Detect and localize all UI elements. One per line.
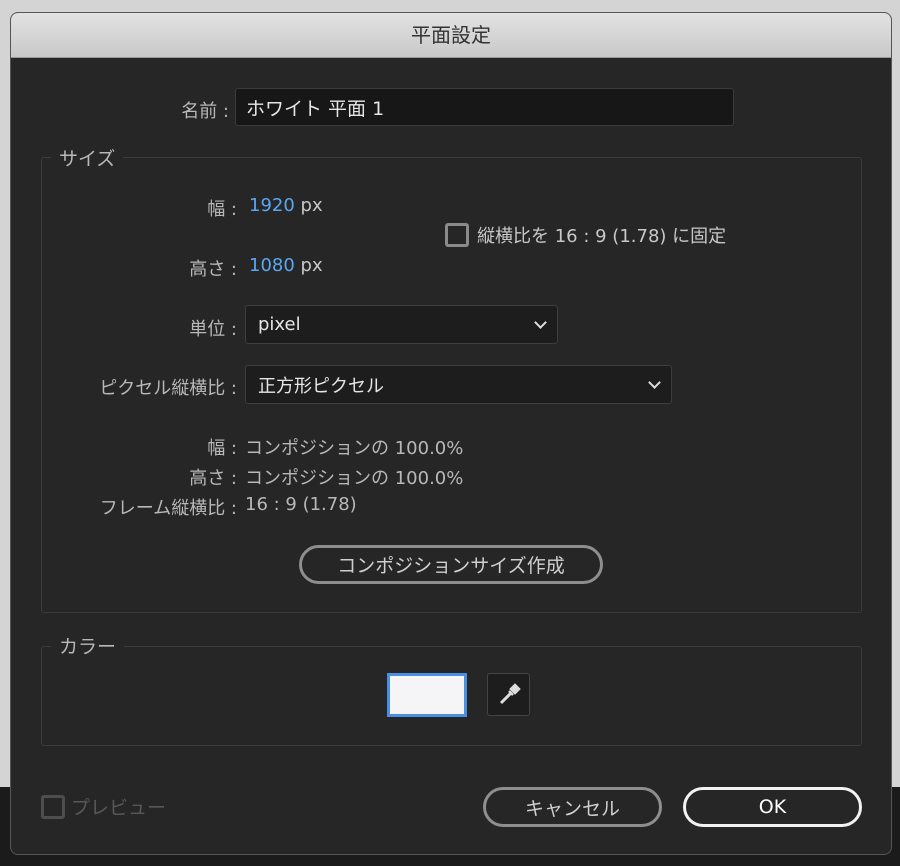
color-group-title: カラー <box>51 632 125 659</box>
color-swatch[interactable] <box>387 673 467 717</box>
height-label: 高さ : <box>189 259 237 280</box>
name-label: 名前 : <box>181 101 229 122</box>
cancel-button[interactable]: キャンセル <box>483 787 662 827</box>
info-width-label: 幅 : <box>207 438 237 459</box>
preview-label: プレビュー <box>71 797 167 819</box>
height-unit: px <box>300 255 323 276</box>
solid-settings-dialog: 平面設定 名前 : ホワイト 平面 1 サイズ 幅 : 1920 px 高さ :… <box>10 12 892 855</box>
unit-label: 単位 : <box>189 319 237 340</box>
pixel-aspect-value: 正方形ピクセル <box>258 375 384 397</box>
height-value[interactable]: 1080 <box>249 255 295 276</box>
unit-value: pixel <box>258 314 301 335</box>
info-height-label: 高さ : <box>189 468 237 489</box>
lock-aspect-checkbox[interactable]: 縦横比を 16 : 9 (1.78) に固定 <box>445 222 726 248</box>
pixel-aspect-label: ピクセル縦横比 : <box>99 378 237 399</box>
height-value-group: 1080 px <box>249 255 323 276</box>
eyedropper-icon <box>499 682 521 704</box>
chevron-down-icon <box>648 375 661 389</box>
eyedropper-button[interactable] <box>487 673 530 716</box>
frame-aspect-label: フレーム縦横比 : <box>99 498 237 519</box>
info-height-value: コンポジションの 100.0% <box>245 468 464 489</box>
frame-aspect-value: 16 : 9 (1.78) <box>245 494 357 515</box>
make-comp-size-button[interactable]: コンポジションサイズ作成 <box>299 545 603 584</box>
chevron-down-icon <box>534 315 547 329</box>
width-unit: px <box>300 195 323 216</box>
ok-button[interactable]: OK <box>683 787 862 827</box>
unit-select[interactable]: pixel <box>245 305 558 344</box>
checkbox-icon <box>445 223 469 247</box>
dialog-title: 平面設定 <box>11 13 891 58</box>
checkbox-icon <box>41 794 65 819</box>
preview-checkbox[interactable]: プレビュー <box>41 793 166 820</box>
pixel-aspect-select[interactable]: 正方形ピクセル <box>245 365 672 404</box>
width-label: 幅 : <box>207 199 237 220</box>
width-value[interactable]: 1920 <box>249 195 295 216</box>
lock-aspect-label: 縦横比を 16 : 9 (1.78) に固定 <box>477 226 727 247</box>
info-width-value: コンポジションの 100.0% <box>245 438 464 459</box>
width-value-group: 1920 px <box>249 195 323 216</box>
name-input[interactable]: ホワイト 平面 1 <box>235 88 734 126</box>
size-group-title: サイズ <box>51 144 124 171</box>
